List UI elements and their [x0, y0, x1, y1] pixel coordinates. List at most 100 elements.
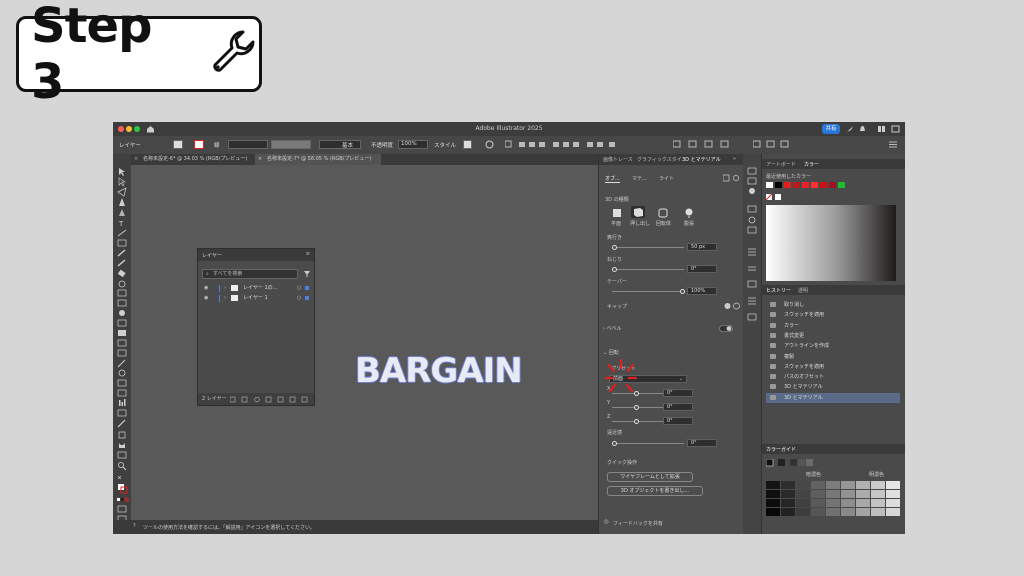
guide-swatch[interactable] [871, 499, 885, 507]
color-swatch[interactable] [802, 182, 809, 188]
workspace-icon[interactable] [877, 125, 886, 133]
guide-swatch[interactable] [766, 499, 780, 507]
perspective-slider-handle[interactable] [612, 441, 617, 446]
guide-swatch[interactable] [886, 490, 900, 498]
graphic-style-swatch[interactable] [463, 140, 472, 149]
expand-wireframe-button[interactable]: ワイヤフレームとして拡張 [607, 472, 693, 482]
history-item[interactable]: スウォッチを適用 [766, 362, 900, 372]
guide-swatch[interactable] [841, 499, 855, 507]
taper-slider-track[interactable] [612, 291, 684, 292]
help-icon[interactable]: ? [133, 523, 136, 529]
history-item[interactable]: パスのオフセット [766, 372, 900, 382]
revolve-type-icon[interactable] [656, 208, 670, 220]
target-icon[interactable]: ○ [297, 284, 301, 293]
guide-swatch[interactable] [826, 508, 840, 516]
tab-artboards[interactable]: アートボード [766, 161, 796, 168]
document-tab-1[interactable]: × 名称未設定-6* @ 34.03 % (RGB/プレビュー) [131, 154, 253, 165]
subtab-object[interactable]: オブ... [605, 175, 620, 183]
guide-swatch[interactable] [766, 490, 780, 498]
depth-field[interactable]: 50 px [687, 243, 717, 251]
color-swatch[interactable] [829, 182, 836, 188]
twist-slider-handle[interactable] [612, 267, 617, 272]
recolor-icon[interactable] [485, 140, 494, 149]
tools-icons[interactable]: T [113, 154, 131, 534]
panel-menu-icon[interactable] [888, 140, 898, 149]
arrange-documents-icon[interactable] [891, 125, 900, 133]
history-item[interactable]: アウトラインを作成 [766, 341, 900, 351]
filter-icon[interactable] [303, 270, 311, 278]
guide-swatch[interactable] [841, 508, 855, 516]
export-3d-object-button[interactable]: 3D オブジェクトを書き出し... [607, 486, 703, 496]
plane-type-icon[interactable] [610, 208, 624, 220]
eye-icon[interactable]: ◉ [204, 294, 208, 303]
transform-icons[interactable] [673, 140, 733, 149]
harmony-swatches[interactable] [766, 459, 846, 467]
subtab-lighting[interactable]: ライト [659, 175, 674, 182]
layer-row[interactable]: ◉ › レイヤー 1の... ○ [198, 284, 314, 293]
guide-swatch[interactable] [841, 490, 855, 498]
perspective-slider-track[interactable] [612, 443, 684, 444]
guide-swatch[interactable] [796, 481, 810, 489]
guide-swatch[interactable] [781, 508, 795, 516]
rotation-z-slider-handle[interactable] [634, 419, 639, 424]
history-item[interactable]: 3D とマテリアル [766, 382, 900, 392]
feedback-link[interactable]: フィードバックを共有 [613, 520, 663, 527]
close-tab-icon[interactable]: × [258, 154, 262, 165]
layer-footer-icons[interactable] [230, 396, 310, 403]
guide-swatch[interactable] [811, 508, 825, 516]
color-swatch[interactable] [775, 182, 782, 188]
tab-image-trace[interactable]: 画像トレース [603, 156, 633, 163]
bargain-artwork[interactable]: BARGAIN [355, 351, 523, 391]
guide-swatch[interactable] [796, 499, 810, 507]
panel-collapse-icon[interactable]: » [733, 156, 736, 162]
rotation-y-field[interactable]: 0° [663, 403, 693, 411]
fill-color-swatch[interactable] [173, 140, 183, 149]
tab-color-guide[interactable]: カラーガイド [766, 446, 796, 453]
guide-swatch[interactable] [796, 508, 810, 516]
layers-search-input[interactable]: ⌕ すべてを検索 [202, 269, 298, 279]
stroke-weight-field[interactable] [228, 140, 268, 149]
color-guide-grid[interactable] [766, 481, 902, 521]
color-swatch[interactable] [838, 182, 845, 188]
guide-swatch[interactable] [826, 481, 840, 489]
guide-swatch[interactable] [811, 481, 825, 489]
history-item[interactable]: スウォッチを適用 [766, 310, 900, 320]
isolate-icons[interactable] [753, 140, 793, 149]
inflate-type-icon[interactable] [682, 208, 696, 220]
eye-icon[interactable]: ◉ [204, 284, 208, 293]
align-icons[interactable] [505, 140, 625, 149]
discover-icon[interactable] [846, 125, 854, 133]
color-swatch[interactable] [820, 182, 827, 188]
rotation-z-field[interactable]: 0° [663, 417, 693, 425]
rotation-x-field[interactable]: 0° [663, 389, 693, 397]
guide-swatch[interactable] [856, 499, 870, 507]
cap-toggle-icons[interactable] [724, 302, 742, 310]
taper-field[interactable]: 100% [687, 287, 717, 295]
guide-swatch[interactable] [886, 499, 900, 507]
guide-swatch[interactable] [826, 499, 840, 507]
guide-swatch[interactable] [871, 508, 885, 516]
guide-swatch[interactable] [811, 499, 825, 507]
variable-width-field[interactable] [271, 140, 311, 149]
guide-swatch[interactable] [796, 490, 810, 498]
bell-icon[interactable] [859, 125, 866, 133]
twist-slider-track[interactable] [612, 269, 684, 270]
color-swatch[interactable] [766, 182, 773, 188]
stroke-color-swatch[interactable] [194, 140, 204, 149]
panel-menu-icon[interactable]: ≡ [306, 251, 310, 257]
panel-dock-icons[interactable] [743, 154, 761, 354]
guide-swatch[interactable] [811, 490, 825, 498]
guide-swatch[interactable] [826, 490, 840, 498]
tab-transparency[interactable]: 透明 [798, 287, 808, 294]
tab-graphic-styles[interactable]: グラフィックスタイ [637, 156, 682, 163]
brush-definition-field[interactable] [319, 140, 361, 149]
share-button[interactable]: 共有 [822, 124, 840, 134]
target-icon[interactable]: ○ [297, 294, 301, 303]
color-swatch[interactable] [793, 182, 800, 188]
guide-swatch[interactable] [871, 481, 885, 489]
rotation-y-slider-handle[interactable] [634, 405, 639, 410]
history-item[interactable]: 複製 [766, 352, 900, 362]
history-item[interactable]: 書式変更 [766, 331, 900, 341]
guide-swatch[interactable] [766, 481, 780, 489]
chevron-right-icon[interactable]: › [224, 294, 226, 303]
